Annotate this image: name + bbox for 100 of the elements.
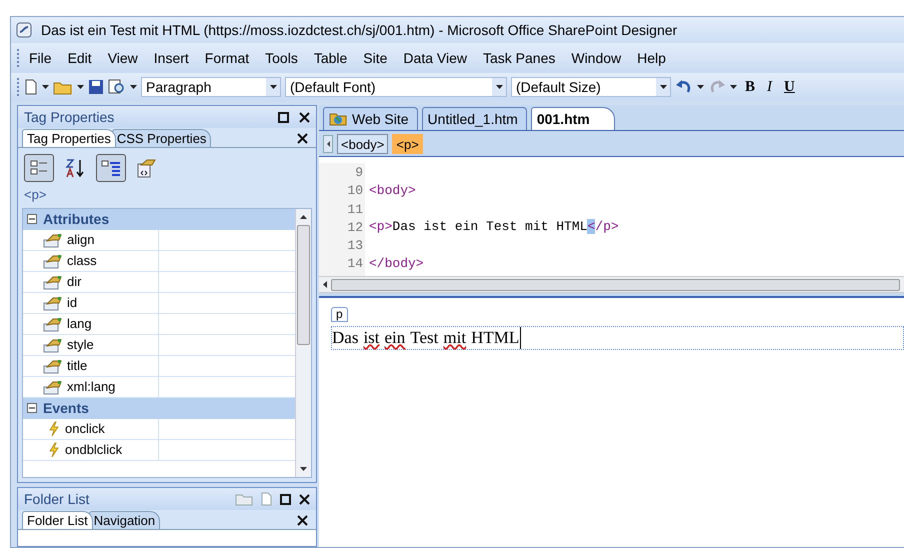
horizontal-scrollbar[interactable]: [319, 276, 904, 292]
scroll-down-icon[interactable]: [300, 467, 307, 471]
property-name[interactable]: id: [67, 292, 78, 312]
close-icon[interactable]: [297, 515, 308, 526]
property-icon: [43, 294, 63, 310]
menu-item[interactable]: Data View: [396, 48, 474, 68]
close-icon[interactable]: [299, 494, 310, 504]
italic-button[interactable]: I: [763, 76, 776, 98]
property-name[interactable]: dir: [67, 272, 82, 292]
property-name[interactable]: onclick: [65, 418, 105, 438]
categorized-button[interactable]: [24, 154, 54, 182]
property-icon: [43, 316, 63, 332]
code-line: <body>: [369, 182, 416, 200]
menu-item[interactable]: Window: [564, 48, 628, 68]
menu-item[interactable]: Task Panes: [476, 48, 562, 68]
style-dropdown[interactable]: Paragraph: [141, 77, 281, 97]
undo-icon[interactable]: [675, 79, 693, 95]
panel-title: Folder List: [24, 490, 90, 508]
panel-title: Tag Properties: [24, 108, 114, 127]
property-icon: [43, 232, 63, 248]
font-dropdown[interactable]: (Default Font): [285, 77, 507, 97]
menu-item[interactable]: Table: [306, 48, 354, 68]
preview-icon[interactable]: [108, 79, 126, 95]
dropdown-arrow-icon: [496, 85, 502, 89]
property-name[interactable]: lang: [67, 314, 92, 334]
scroll-left-button[interactable]: [323, 134, 333, 152]
property-icon: [43, 358, 63, 374]
dropdown-arrow-icon: [697, 85, 704, 89]
code-view[interactable]: 9 10 11 12 13 14 <body> <p>Das ist ein Test mit HTML</p> </body>: [319, 157, 904, 293]
code-line: </body>: [369, 254, 424, 273]
menu-item[interactable]: Site: [356, 48, 394, 68]
line-number: 10: [346, 182, 364, 200]
grip-icon: [17, 49, 20, 67]
tag-label: p: [331, 307, 348, 322]
menu-item[interactable]: Help: [630, 48, 673, 68]
document-tab[interactable]: Web Site: [323, 107, 418, 130]
scroll-up-icon[interactable]: [300, 214, 307, 218]
panel-tab[interactable]: Navigation: [88, 511, 160, 529]
dropdown-arrow-icon: [42, 85, 49, 89]
design-view[interactable]: p Das ist ein Test mit HTML: [319, 296, 904, 547]
set-only-button[interactable]: [96, 154, 126, 182]
save-icon[interactable]: [88, 79, 104, 95]
line-number: 13: [346, 237, 364, 254]
bold-button[interactable]: B: [741, 76, 760, 98]
scroll-left-icon[interactable]: [323, 281, 327, 288]
app-icon: [15, 21, 33, 39]
category-label: Events: [43, 398, 89, 418]
menu-item[interactable]: Format: [198, 48, 256, 68]
collapse-icon[interactable]: [27, 214, 37, 224]
line-number: 12: [346, 218, 364, 236]
size-dropdown[interactable]: (Default Size): [511, 77, 671, 97]
panel-tab[interactable]: CSS Properties: [112, 129, 212, 147]
line-number: 11: [346, 200, 364, 218]
underline-button[interactable]: U: [780, 76, 799, 98]
lightning-icon: [47, 420, 61, 436]
line-number: 9: [354, 164, 364, 182]
property-name[interactable]: class: [67, 250, 97, 270]
property-name[interactable]: style: [67, 334, 94, 354]
property-name[interactable]: title: [67, 356, 88, 376]
tag-name: <p>: [23, 186, 48, 204]
scroll-left-icon: [326, 140, 330, 146]
property-icon: [43, 378, 63, 394]
property-name[interactable]: ondblclick: [65, 440, 122, 460]
close-icon[interactable]: [299, 112, 310, 122]
menu-item[interactable]: View: [100, 48, 145, 68]
panel-tab[interactable]: Tag Properties: [22, 129, 116, 147]
menu-item[interactable]: Tools: [258, 48, 305, 68]
property-icon: [43, 252, 63, 268]
category-header[interactable]: Attributes: [23, 208, 295, 230]
dropdown-arrow-icon: [730, 85, 737, 89]
maximize-icon[interactable]: [280, 494, 291, 504]
window-title: Das ist ein Test mit HTML (https://moss.iozdctest.ch/sj/001.htm) - Microsoft Office SharePoint Designer: [41, 20, 678, 40]
dropdown-arrow-icon: [77, 85, 84, 89]
close-icon[interactable]: [297, 133, 308, 144]
document-tab[interactable]: 001.htm: [530, 107, 615, 130]
dropdown-arrow-icon: [270, 85, 276, 89]
document-tab[interactable]: Untitled_1.htm: [422, 107, 527, 130]
property-icon: [43, 274, 63, 290]
dropdown-arrow-icon: [660, 85, 666, 89]
line-number: 14: [346, 255, 364, 273]
globe-folder-icon: [329, 112, 347, 126]
category-label: Attributes: [43, 210, 110, 228]
property-icon: [43, 336, 63, 352]
tag-breadcrumb[interactable]: <p>: [392, 134, 423, 154]
vertical-scrollbar[interactable]: [295, 208, 311, 477]
paragraph-text: Das ist ein Test mit HTML: [331, 326, 904, 350]
code-line: <p>Das ist ein Test mit HTML</p>: [369, 218, 619, 236]
collapse-icon[interactable]: [27, 403, 37, 413]
menu-item[interactable]: File: [22, 48, 59, 68]
category-header[interactable]: Events: [23, 398, 295, 418]
property-name[interactable]: align: [67, 230, 94, 250]
lightning-icon: [47, 442, 61, 458]
menu-item[interactable]: Insert: [146, 48, 196, 68]
panel-tab[interactable]: Folder List: [22, 511, 93, 529]
dropdown-arrow-icon: [130, 85, 137, 89]
property-name[interactable]: xml:lang: [67, 376, 116, 396]
maximize-icon[interactable]: [278, 112, 289, 122]
menu-item[interactable]: Edit: [60, 48, 99, 68]
tag-breadcrumb[interactable]: <body>: [337, 134, 388, 154]
new-page-icon[interactable]: [24, 79, 38, 95]
